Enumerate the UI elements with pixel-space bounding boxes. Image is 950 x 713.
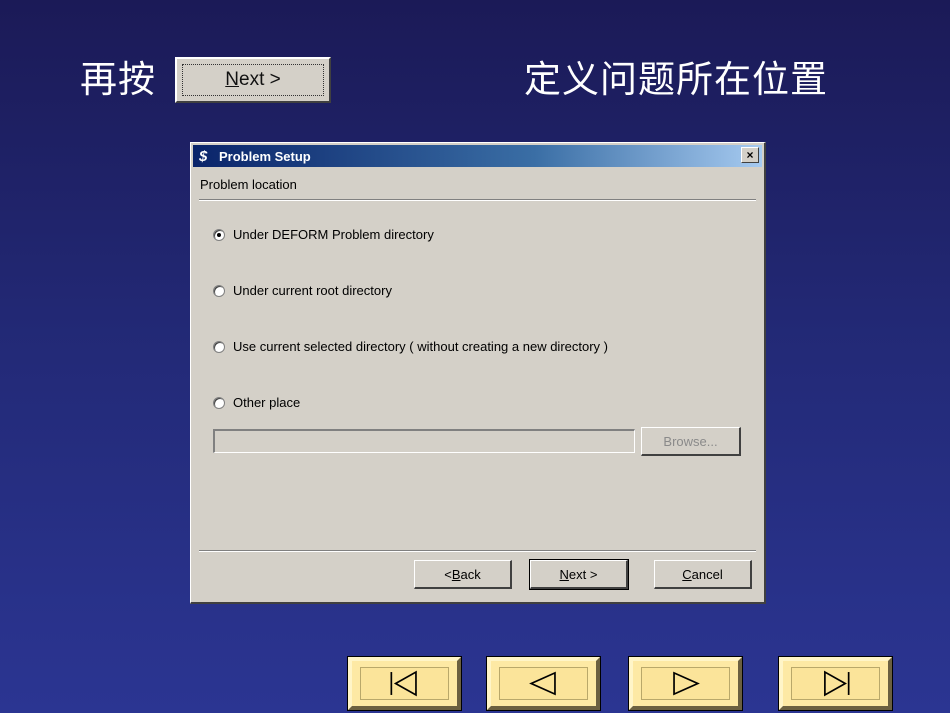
- option-root-directory[interactable]: Under current root directory: [213, 283, 392, 298]
- radio-selected-directory[interactable]: [213, 340, 225, 353]
- inline-next-label: ext >: [239, 69, 281, 90]
- dialog-title: Problem Setup: [219, 148, 311, 164]
- back-arrow: <: [444, 566, 452, 582]
- next-button[interactable]: Next >: [529, 559, 629, 590]
- last-slide-icon: [824, 670, 850, 697]
- header-divider: [199, 199, 756, 201]
- previous-slide-button[interactable]: [486, 656, 601, 711]
- radio-deform-directory[interactable]: [213, 228, 225, 241]
- option-selected-directory[interactable]: Use current selected directory ( without…: [213, 339, 608, 354]
- cancel-mnemonic: C: [682, 566, 692, 582]
- option-label: Other place: [233, 395, 301, 410]
- previous-slide-icon: [529, 671, 556, 696]
- last-slide-button[interactable]: [778, 656, 893, 711]
- option-other-place[interactable]: Other place: [213, 395, 300, 410]
- cancel-label: ancel: [691, 566, 723, 582]
- next-label: ext >: [568, 566, 598, 582]
- problem-setup-dialog: $ Problem Setup × Problem location Under…: [190, 142, 766, 604]
- deform-app-icon: $: [199, 147, 208, 165]
- back-mnemonic: B: [451, 566, 461, 582]
- inline-next-button-image: Next >: [175, 57, 331, 103]
- section-label: Problem location: [200, 177, 297, 192]
- next-slide-button[interactable]: [628, 656, 743, 711]
- option-label: Use current selected directory ( without…: [233, 339, 608, 354]
- slide-heading-left: 再按: [80, 58, 156, 101]
- slide-heading-right: 定义问题所在位置: [524, 58, 828, 101]
- next-slide-icon: [673, 671, 700, 696]
- inline-next-mnemonic: N: [225, 69, 239, 90]
- back-button[interactable]: < Back: [414, 560, 512, 589]
- footer-divider: [199, 550, 756, 552]
- dialog-titlebar[interactable]: $ Problem Setup ×: [193, 145, 762, 167]
- option-label: Under current root directory: [233, 283, 392, 298]
- radio-other-place[interactable]: [213, 396, 225, 409]
- option-deform-directory[interactable]: Under DEFORM Problem directory: [213, 227, 434, 242]
- close-button[interactable]: ×: [741, 147, 759, 163]
- other-place-path-input[interactable]: [213, 429, 635, 453]
- first-slide-button[interactable]: [347, 656, 462, 711]
- first-slide-icon: [390, 670, 417, 697]
- option-label: Under DEFORM Problem directory: [233, 227, 434, 242]
- radio-root-directory[interactable]: [213, 284, 225, 297]
- cancel-button[interactable]: Cancel: [654, 560, 752, 589]
- back-label: ack: [460, 566, 481, 582]
- browse-button[interactable]: Browse...: [641, 427, 741, 456]
- next-mnemonic: N: [559, 566, 569, 582]
